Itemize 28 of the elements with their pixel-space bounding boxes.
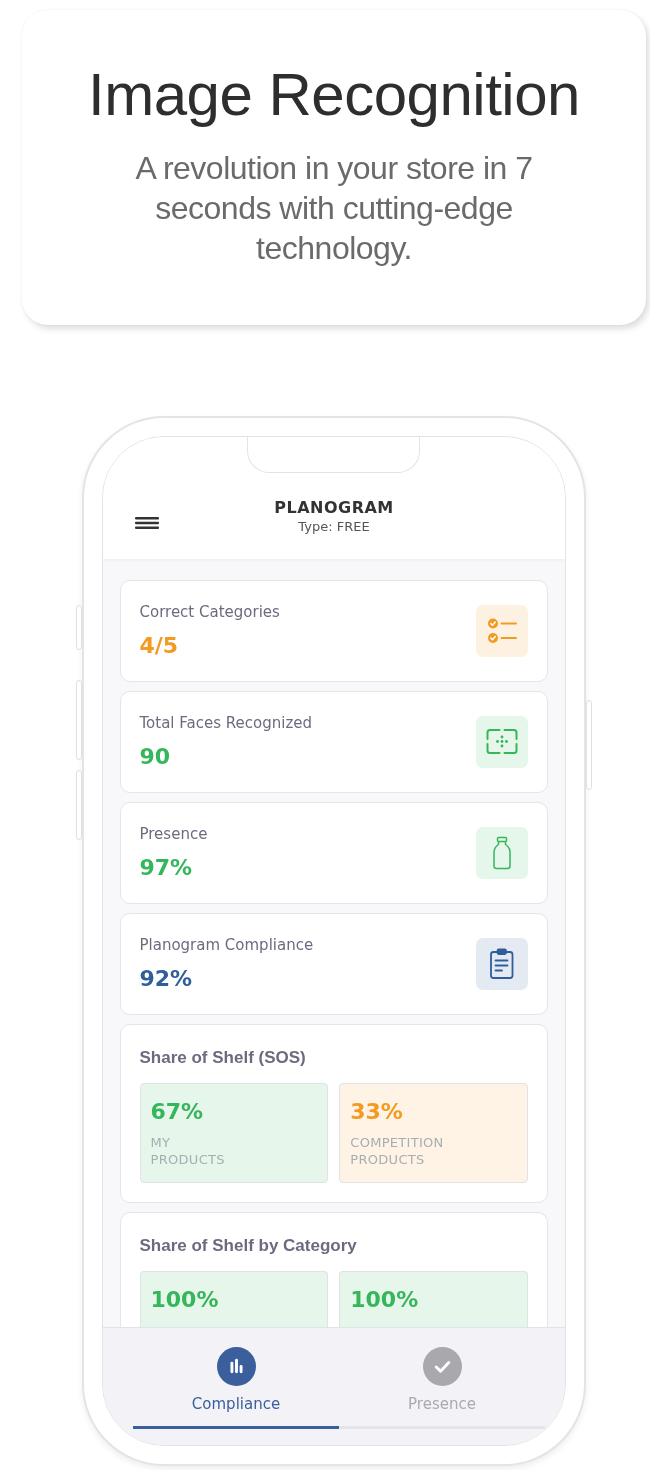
nav-tab[interactable]: Compliance <box>133 1347 339 1429</box>
share-value: 67% <box>150 1099 205 1125</box>
menu-icon[interactable] <box>135 517 159 529</box>
metric-value: 4/5 <box>139 633 180 659</box>
app-title: PLANOGRAM <box>274 498 394 518</box>
section-title: Share of Shelf by Category <box>139 1235 358 1257</box>
checklist-icon <box>476 605 528 657</box>
check-circle-icon <box>422 1347 462 1386</box>
share-label: MY PRODUCTS <box>150 1134 225 1168</box>
app-subtitle: Type: FREE <box>297 518 371 536</box>
hero-subtitle: A revolution in your store in 7 seconds with cutting-edge technology. <box>134 149 534 268</box>
clipboard-icon <box>476 938 528 990</box>
metric-label: Presence <box>139 825 208 843</box>
share-label: COMPETITION PRODUCTS <box>350 1134 444 1168</box>
bottle-icon <box>476 827 528 879</box>
metric-value: 97% <box>139 855 194 881</box>
scan-frame-icon <box>476 716 528 768</box>
share-value: 100% <box>350 1287 420 1313</box>
hero-title: Image Recognition <box>87 60 581 130</box>
share-value: 33% <box>350 1099 404 1125</box>
bar-chart-icon <box>216 1347 256 1386</box>
section-title: Share of Shelf (SOS) <box>139 1047 307 1069</box>
metric-label: Total Faces Recognized <box>139 714 313 732</box>
share-value: 100% <box>150 1287 220 1313</box>
metric-value: 90 <box>139 744 172 770</box>
metric-value: 92% <box>139 966 194 992</box>
metric-label: Correct Categories <box>139 603 280 621</box>
metric-label: Planogram Compliance <box>139 936 314 954</box>
